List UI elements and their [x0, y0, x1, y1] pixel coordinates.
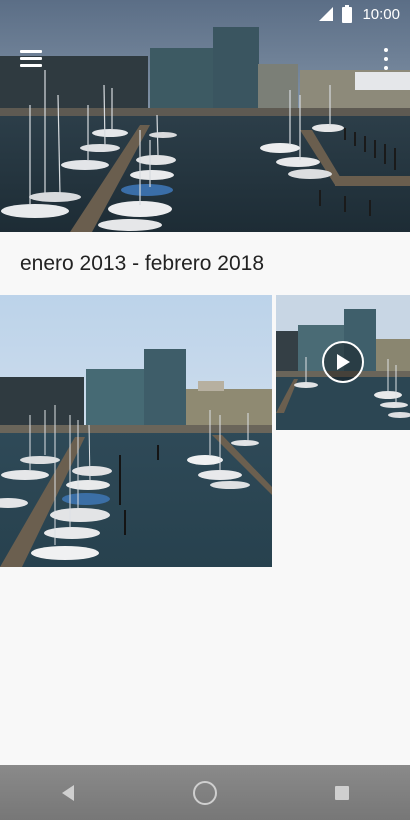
album-cover-photo [0, 0, 410, 232]
home-icon[interactable] [181, 769, 229, 817]
back-icon[interactable] [44, 769, 92, 817]
photo-thumbnail[interactable] [0, 295, 272, 567]
recents-icon[interactable] [318, 769, 366, 817]
status-clock: 10:00 [362, 5, 400, 23]
menu-icon[interactable] [20, 50, 42, 68]
navigation-bar [0, 765, 410, 820]
status-bar: 10:00 [0, 0, 410, 28]
album-date-range: enero 2013 - febrero 2018 [20, 252, 265, 275]
play-icon[interactable] [322, 341, 364, 383]
battery-icon [342, 5, 353, 23]
signal-icon [318, 6, 334, 22]
more-vert-icon[interactable] [382, 48, 390, 70]
